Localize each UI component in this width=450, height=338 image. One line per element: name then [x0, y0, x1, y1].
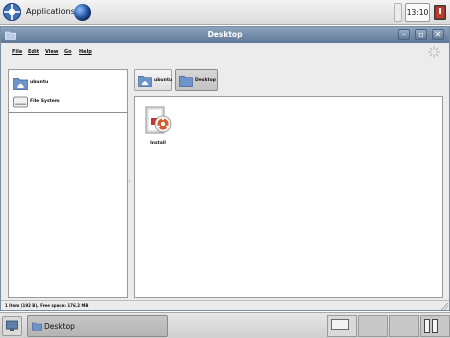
path-button-label: Desktop — [195, 78, 216, 83]
workspace-2[interactable] — [358, 315, 388, 337]
show-desktop-button[interactable] — [2, 316, 22, 336]
workspace-4[interactable] — [420, 315, 450, 337]
sidebar-item-filesystem[interactable]: File System — [12, 94, 124, 112]
menu-bar: File Edit View Go Help — [1, 43, 449, 63]
window-thumbnail — [424, 319, 430, 333]
clock[interactable]: 13:10 — [405, 3, 430, 22]
workspace-1[interactable] — [327, 315, 357, 337]
menu-file[interactable]: File — [12, 49, 22, 55]
sidebar-item-home[interactable]: ubuntu — [12, 75, 124, 93]
path-button-desktop[interactable]: Desktop — [175, 69, 218, 91]
menu-edit[interactable]: Edit — [28, 49, 39, 55]
shutdown-icon[interactable] — [433, 4, 447, 21]
sidebar-item-label: File System — [30, 99, 60, 104]
bottom-panel: Desktop — [0, 312, 450, 338]
path-button-label: ubuntu — [154, 78, 173, 83]
menu-view[interactable]: View — [45, 49, 59, 55]
places-sidebar: ubuntu File System — [8, 69, 128, 298]
window-thumbnail — [331, 319, 349, 330]
path-button-home[interactable]: ubuntu — [134, 69, 172, 91]
taskbar-item-desktop[interactable]: Desktop — [27, 315, 168, 337]
activity-spinner-icon — [428, 46, 440, 58]
resize-grip-icon[interactable] — [439, 302, 448, 310]
status-bar: 1 item (192 B), Free space: 176.2 MB — [1, 300, 449, 310]
window-titlebar[interactable]: Desktop – ▫ ✕ — [1, 27, 449, 43]
minimize-button[interactable]: – — [398, 29, 410, 40]
menu-go[interactable]: Go — [64, 49, 72, 55]
folder-icon — [32, 322, 42, 331]
workspace-3[interactable] — [389, 315, 419, 337]
file-item-label: Install — [150, 141, 166, 146]
applications-menu[interactable]: Applications — [26, 7, 75, 16]
drive-icon — [13, 96, 28, 108]
home-folder-icon — [13, 78, 28, 90]
pane-resize-handle[interactable]: ⁞ — [129, 179, 132, 185]
status-text: 1 item (192 B), Free space: 176.2 MB — [5, 303, 89, 308]
installer-icon — [145, 106, 172, 134]
top-panel: Applications 13:10 — [0, 0, 450, 25]
maximize-button[interactable]: ▫ — [415, 29, 427, 40]
panel-separator — [394, 3, 402, 22]
sidebar-divider — [9, 112, 127, 113]
file-view[interactable]: Install — [134, 96, 443, 298]
close-button[interactable]: ✕ — [432, 29, 444, 40]
sidebar-item-label: ubuntu — [30, 80, 49, 85]
applications-menu-icon[interactable] — [2, 2, 22, 22]
file-manager-window: Desktop – ▫ ✕ File Edit View Go Help ubu… — [0, 26, 450, 311]
show-desktop-icon — [6, 320, 18, 331]
file-item-install[interactable]: Install — [142, 106, 174, 152]
home-folder-icon — [138, 75, 152, 87]
folder-icon — [179, 75, 193, 87]
window-thumbnail — [432, 319, 438, 333]
taskbar-item-label: Desktop — [44, 322, 75, 331]
window-title: Desktop — [207, 30, 243, 39]
web-browser-icon[interactable] — [74, 4, 91, 21]
menu-help[interactable]: Help — [79, 49, 92, 55]
